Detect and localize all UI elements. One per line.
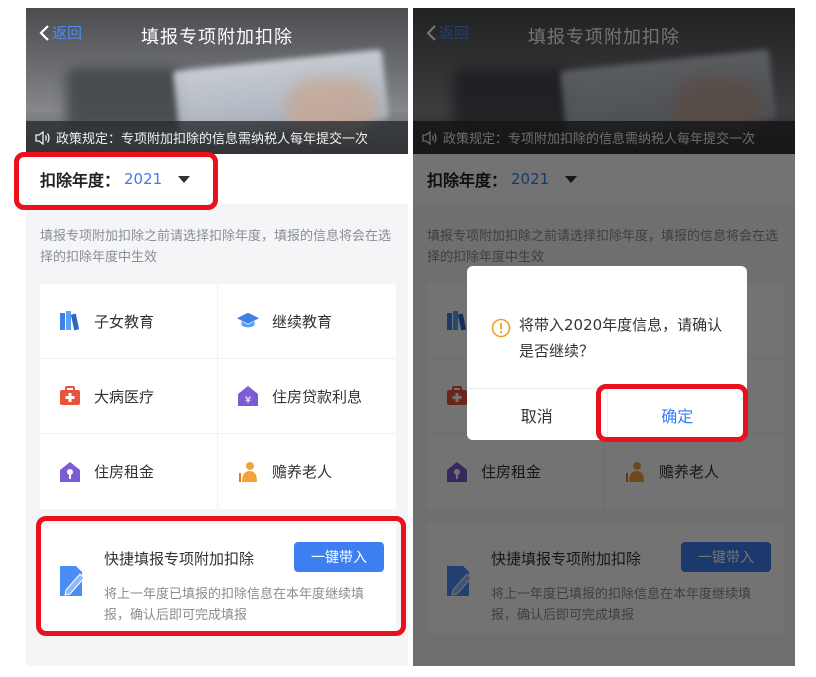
policy-notice-text: 政策规定：专项附加扣除的信息需纳税人每年提交一次 (56, 132, 369, 147)
category-elderly-support[interactable]: 赡养老人 (218, 434, 396, 509)
right-screen: 返回 填报专项附加扣除 政策规定：专项附加扣除的信息需纳税人每年提交一次 扣除年… (413, 8, 795, 666)
category-housing-loan-interest[interactable]: ¥ 住房贷款利息 (218, 359, 396, 434)
one-click-import-button[interactable]: 一键带入 (294, 542, 384, 572)
medical-kit-icon (58, 384, 82, 408)
quick-fill-card: 快捷填报专项附加扣除 一键带入 将上一年度已填报的扣除信息在本年度继续填报，确认… (40, 524, 396, 634)
confirm-dialog: 将带入2020年度信息，请确认是否继续？ 取消 确定 (467, 266, 747, 440)
year-selector[interactable]: 扣除年度： 2021 (26, 154, 408, 204)
category-continuing-education[interactable]: 继续教育 (218, 284, 396, 359)
year-label: 扣除年度： (40, 171, 121, 190)
header-banner: 返回 填报专项附加扣除 政策规定：专项附加扣除的信息需纳税人每年提交一次 (26, 8, 408, 154)
cancel-button[interactable]: 取消 (467, 389, 608, 440)
page-title: 填报专项附加扣除 (141, 27, 293, 48)
confirm-button[interactable]: 确定 (607, 389, 747, 440)
house-loan-icon: ¥ (236, 384, 260, 408)
category-children-education[interactable]: 子女教育 (40, 284, 218, 359)
deduction-category-grid: 子女教育 继续教育 大病医疗 ¥ 住房贷款利息 住房租金 (40, 284, 396, 509)
elderly-person-icon (236, 460, 260, 484)
speaker-icon (35, 130, 50, 145)
quick-fill-description: 将上一年度已填报的扣除信息在本年度继续填报，确认后即可完成填报 (104, 587, 365, 623)
nav-bar: 返回 填报专项附加扣除 (26, 22, 408, 48)
edit-document-icon (58, 564, 88, 602)
graduation-cap-icon (236, 309, 260, 333)
house-key-icon (58, 460, 82, 484)
left-screen: 返回 填报专项附加扣除 政策规定：专项附加扣除的信息需纳税人每年提交一次 扣除年… (26, 8, 408, 666)
dialog-actions: 取消 确定 (467, 388, 747, 440)
warning-icon (491, 318, 511, 342)
quick-fill-title: 快捷填报专项附加扣除 (104, 550, 255, 568)
dialog-message: 将带入2020年度信息，请确认是否继续？ (519, 316, 723, 360)
svg-text:¥: ¥ (245, 395, 251, 406)
category-housing-rent[interactable]: 住房租金 (40, 434, 218, 509)
books-icon (58, 309, 82, 333)
year-hint: 填报专项附加扣除之前请选择扣除年度，填报的信息将会在选择的扣除年度中生效 (40, 229, 392, 265)
dropdown-caret-icon (178, 175, 191, 183)
year-value: 2021 (124, 170, 163, 188)
category-serious-illness[interactable]: 大病医疗 (40, 359, 218, 434)
policy-notice: 政策规定：专项附加扣除的信息需纳税人每年提交一次 (26, 121, 408, 154)
